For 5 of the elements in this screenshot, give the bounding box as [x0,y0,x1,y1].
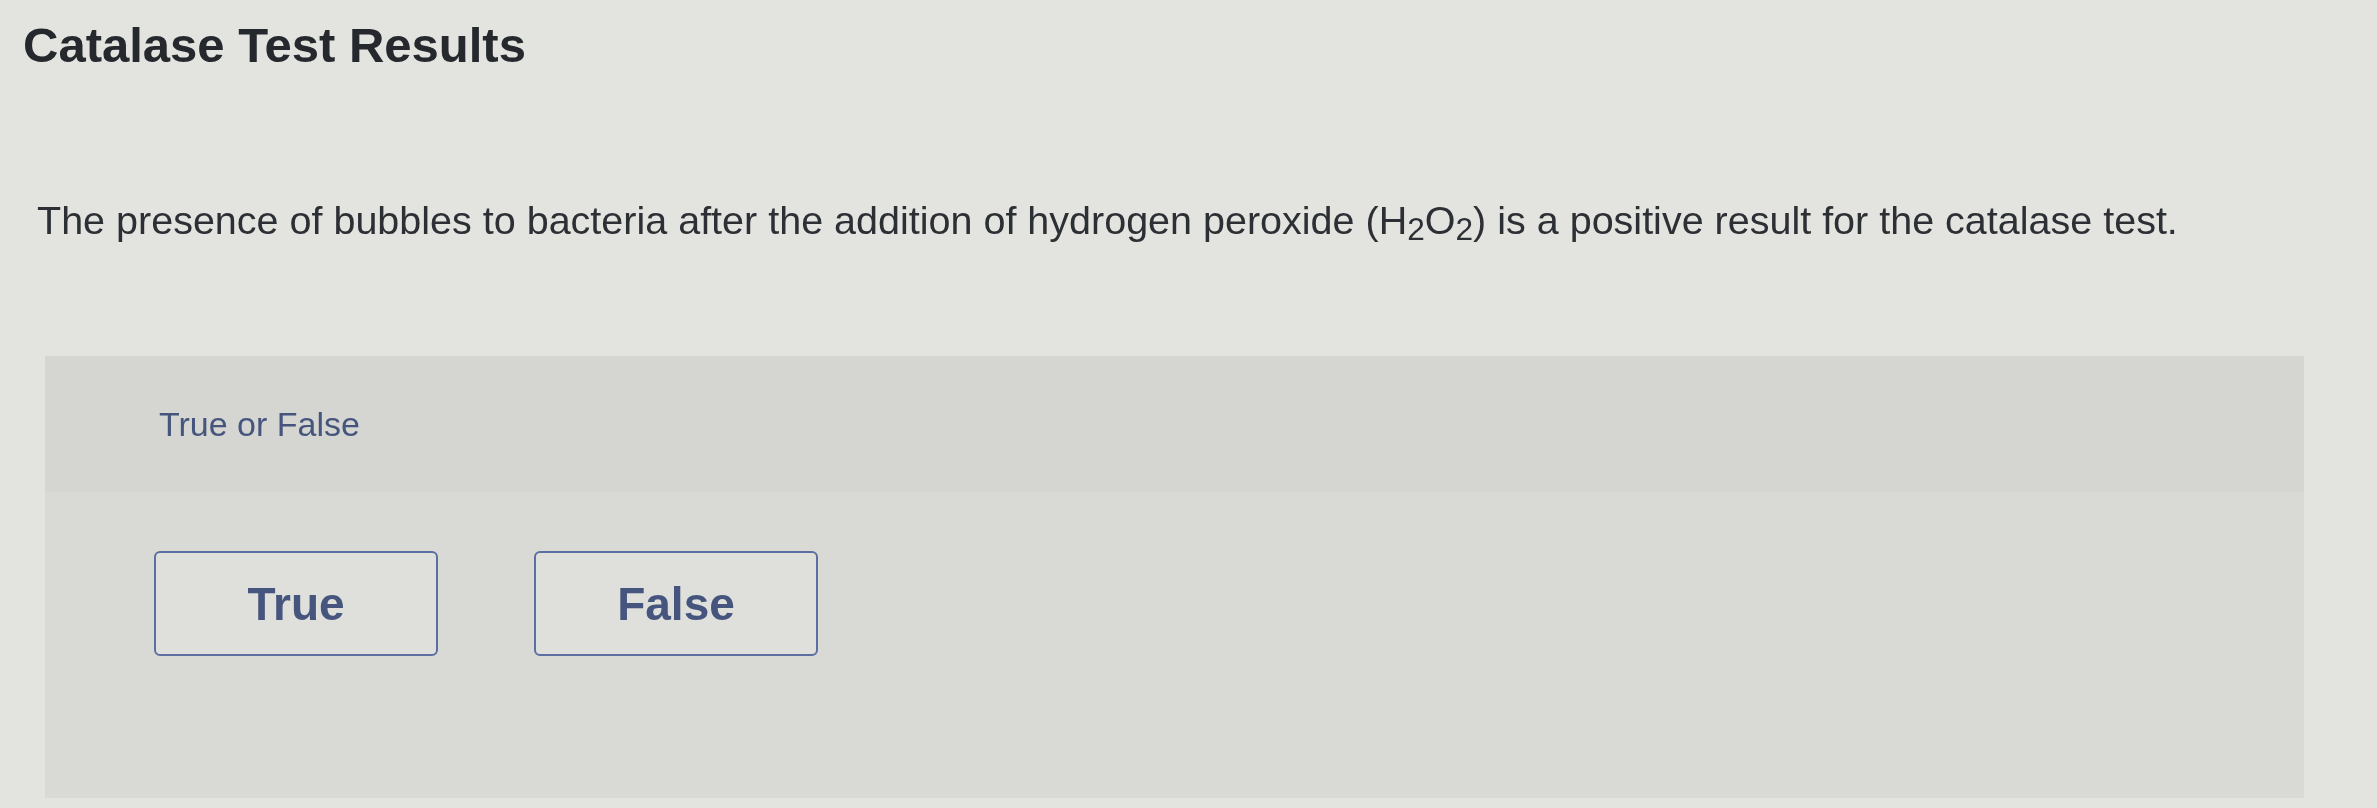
page-title: Catalase Test Results [23,17,526,73]
answer-option-button[interactable]: False [534,551,818,656]
answer-option-button[interactable]: True [154,551,438,656]
prompt-text: True or False [159,404,360,444]
question-text: The presence of bubbles to bacteria after the addition of hydrogen peroxide (H$_{2}$O$_{2}$) is a positive result for the catalase test. [37,197,2178,244]
